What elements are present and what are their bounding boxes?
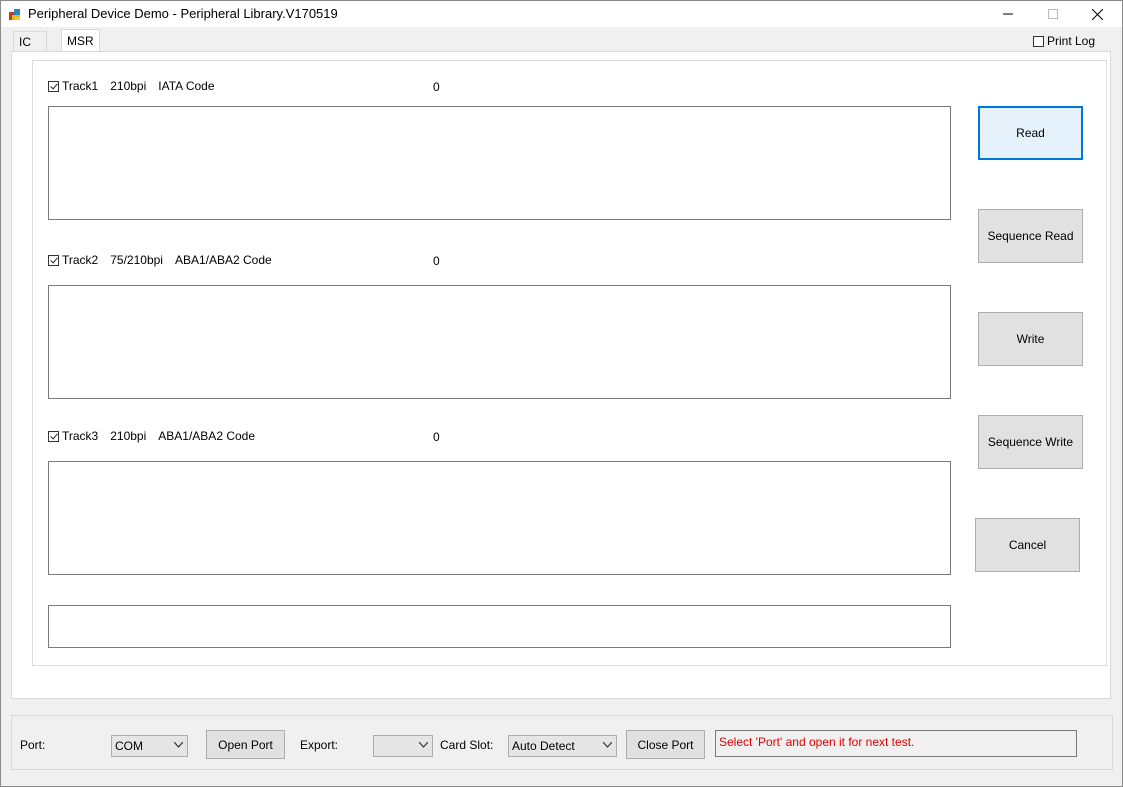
chevron-down-icon xyxy=(419,742,428,748)
export-select[interactable] xyxy=(373,735,433,757)
card-slot-label: Card Slot: xyxy=(440,738,494,752)
card-slot-select[interactable]: Auto Detect xyxy=(508,735,617,757)
track2-count: 0 xyxy=(433,254,440,268)
maximize-button[interactable] xyxy=(1030,1,1075,27)
track2-code: ABA1/ABA2 Code xyxy=(174,253,272,267)
status-message: Select 'Port' and open it for next test. xyxy=(715,730,1077,757)
track2-density: 75/210bpi xyxy=(110,253,163,267)
track1-header: Track1 210bpi IATA Code xyxy=(48,79,227,93)
track3-density: 210bpi xyxy=(110,429,147,443)
track2-checkbox[interactable] xyxy=(48,254,59,266)
chevron-down-icon xyxy=(603,742,612,748)
track3-code: ABA1/ABA2 Code xyxy=(158,429,256,443)
track3-header: Track3 210bpi ABA1/ABA2 Code xyxy=(48,429,267,443)
maximize-icon xyxy=(1047,9,1058,19)
track2-data-field[interactable] xyxy=(48,285,951,399)
track3-checkbox[interactable] xyxy=(48,430,59,442)
sequence-read-button[interactable]: Sequence Read xyxy=(978,209,1083,263)
port-select[interactable]: COM xyxy=(111,735,188,757)
track1-count: 0 xyxy=(433,80,440,94)
track2-name: Track2 xyxy=(62,253,99,267)
port-select-value: COM xyxy=(115,739,143,753)
close-icon xyxy=(1092,8,1103,20)
print-log-label: Print Log xyxy=(1047,34,1096,48)
open-port-button[interactable]: Open Port xyxy=(206,730,285,759)
track1-checkbox[interactable] xyxy=(48,80,59,92)
tab-ic-test[interactable]: IC Test xyxy=(13,31,47,69)
print-log-check[interactable] xyxy=(1033,35,1044,47)
chevron-down-icon xyxy=(174,742,183,748)
card-slot-select-value: Auto Detect xyxy=(512,739,575,753)
track1-data-field[interactable] xyxy=(48,106,951,220)
window-title: Peripheral Device Demo - Peripheral Libr… xyxy=(28,6,338,21)
close-button[interactable] xyxy=(1075,1,1120,27)
cancel-button[interactable]: Cancel xyxy=(975,518,1080,572)
sequence-write-button[interactable]: Sequence Write xyxy=(978,415,1083,469)
minimize-icon xyxy=(1002,13,1013,15)
minimize-button[interactable] xyxy=(985,1,1030,27)
track1-density: 210bpi xyxy=(110,79,147,93)
track1-code: IATA Code xyxy=(158,79,215,93)
track3-data-field[interactable] xyxy=(48,461,951,575)
title-bar[interactable]: Peripheral Device Demo - Peripheral Libr… xyxy=(1,1,1122,27)
track1-name: Track1 xyxy=(62,79,99,93)
app-icon xyxy=(7,6,23,22)
export-label: Export: xyxy=(300,738,339,752)
track3-count: 0 xyxy=(433,430,440,444)
write-button[interactable]: Write xyxy=(978,312,1083,366)
track2-header: Track2 75/210bpi ABA1/ABA2 Code xyxy=(48,253,284,267)
app-window: Peripheral Device Demo - Peripheral Libr… xyxy=(0,0,1123,787)
extra-data-field[interactable] xyxy=(48,605,951,648)
track3-name: Track3 xyxy=(62,429,99,443)
port-label: Port: xyxy=(20,738,46,752)
close-port-button[interactable]: Close Port xyxy=(626,730,705,759)
print-log-checkbox[interactable]: Print Log xyxy=(1033,34,1095,48)
read-button[interactable]: Read xyxy=(978,106,1083,160)
tab-msr-test[interactable]: MSR Test xyxy=(61,29,100,70)
